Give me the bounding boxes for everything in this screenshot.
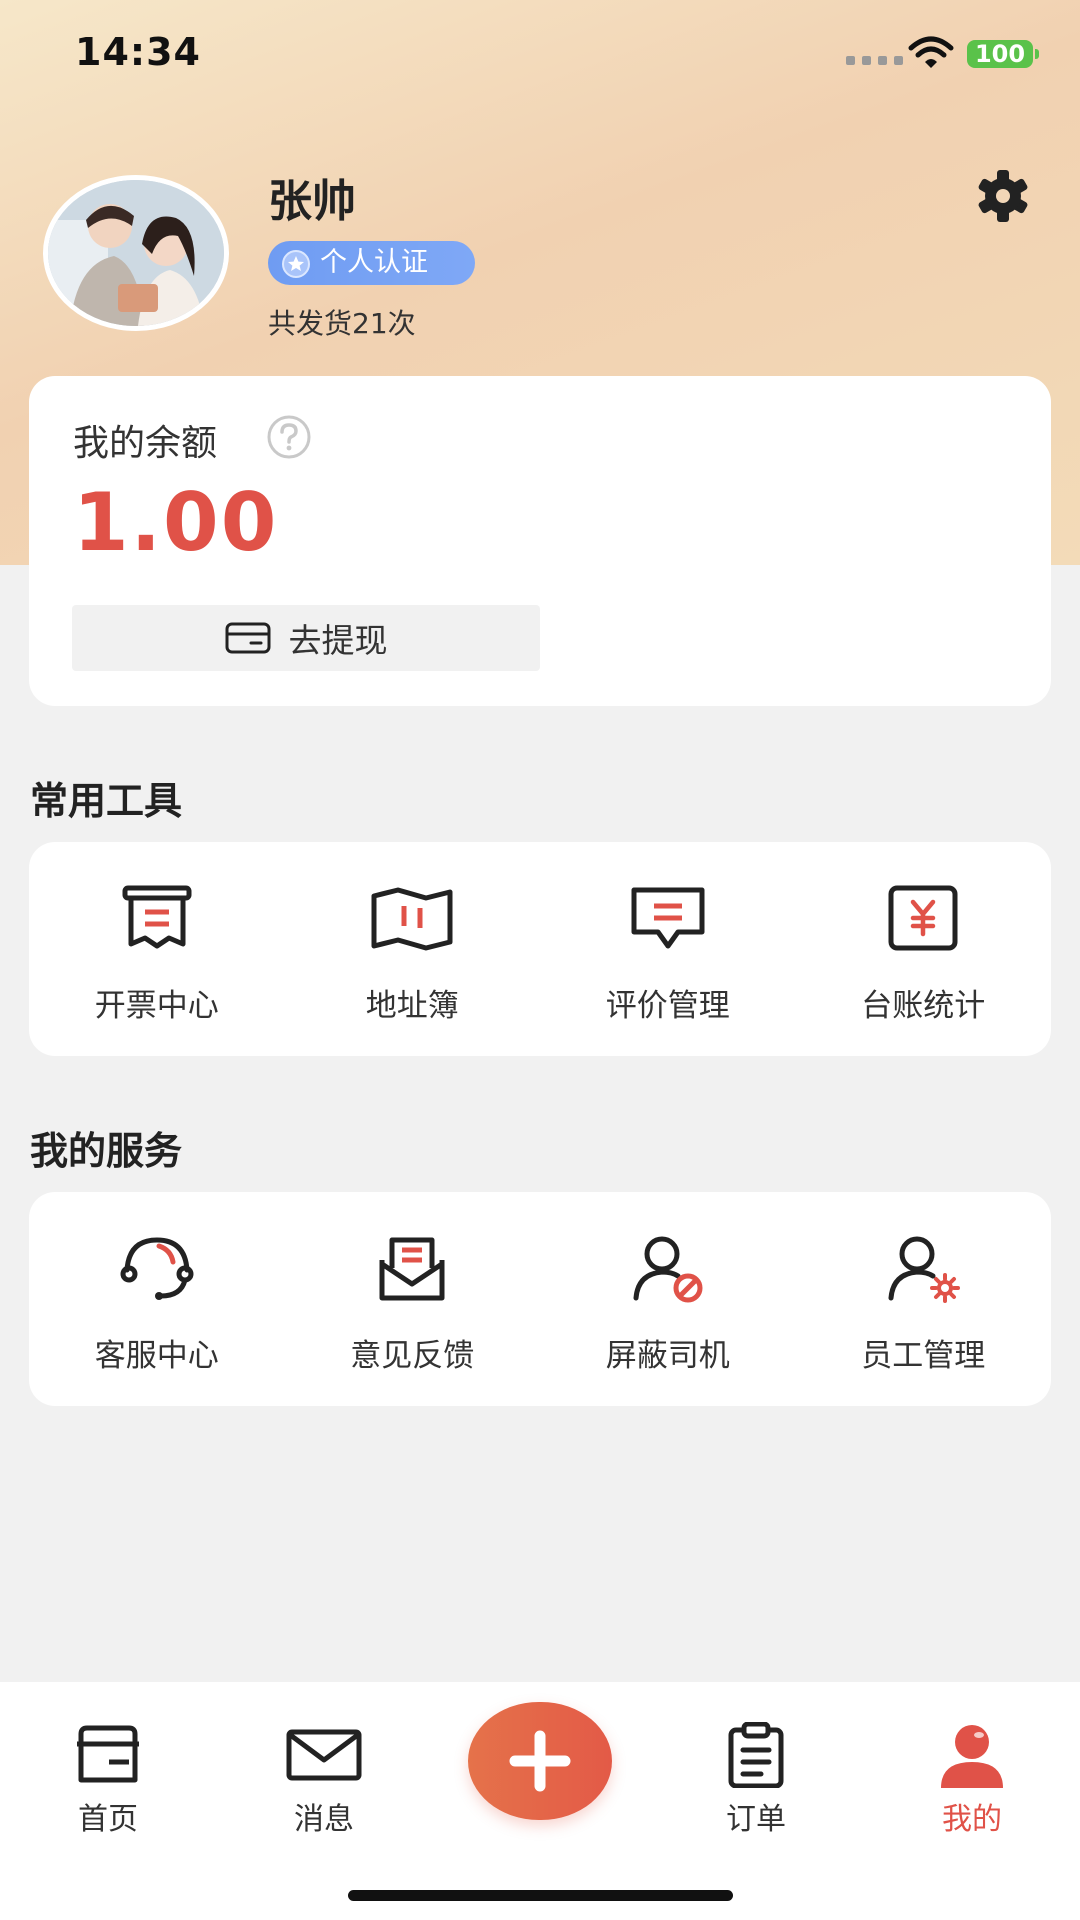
service-label: 意见反馈 [350, 1338, 475, 1374]
medal-icon [282, 250, 310, 278]
tool-review-management[interactable]: 评价管理 [540, 842, 796, 1056]
tab-label: 消息 [294, 1802, 354, 1837]
bottom-tab-bar: 首页 消息 订单 我的 [0, 1682, 1080, 1920]
personal-auth-badge[interactable]: 个人认证 [268, 241, 475, 285]
service-label: 员工管理 [861, 1338, 986, 1374]
staff-manage-icon [888, 1236, 961, 1303]
cellular-signal-icon [846, 56, 903, 65]
service-label: 屏蔽司机 [605, 1338, 730, 1374]
person-icon [941, 1725, 1003, 1788]
tool-label: 地址簿 [365, 988, 459, 1024]
avatar-illustration [48, 180, 224, 326]
tool-label: 评价管理 [605, 988, 730, 1024]
user-name: 张帅 [268, 176, 356, 227]
service-customer-center[interactable]: 客服中心 [29, 1192, 285, 1406]
tools-card: 开票中心 地址簿 评价管理 台账统计 [29, 842, 1051, 1056]
tab-orders[interactable]: 订单 [686, 1682, 826, 1842]
plus-icon [509, 1730, 571, 1792]
balance-amount: 1.00 [73, 476, 279, 569]
tab-label: 我的 [942, 1802, 1002, 1837]
balance-label: 我的余额 [73, 423, 218, 464]
headset-icon [120, 1237, 194, 1300]
service-block-driver[interactable]: 屏蔽司机 [540, 1192, 796, 1406]
withdraw-button[interactable]: 去提现 [72, 605, 540, 671]
publish-plus-button[interactable] [468, 1702, 612, 1820]
home-icon [77, 1725, 139, 1783]
block-driver-icon [633, 1236, 703, 1303]
status-time: 14:34 [75, 30, 201, 74]
card-icon [225, 622, 270, 654]
tab-mine[interactable]: 我的 [902, 1682, 1042, 1842]
service-staff-management[interactable]: 员工管理 [796, 1192, 1052, 1406]
tab-label: 首页 [78, 1802, 138, 1837]
tool-label: 开票中心 [94, 988, 219, 1024]
services-section-title: 我的服务 [30, 1129, 183, 1173]
balance-card: 我的余额 1.00 去提现 [29, 376, 1051, 706]
home-indicator [348, 1890, 733, 1901]
help-question-icon[interactable] [266, 414, 312, 460]
tools-section-title: 常用工具 [30, 779, 183, 823]
battery-indicator: 100 [967, 40, 1039, 68]
ship-count: 共发货21次 [268, 307, 416, 340]
withdraw-label: 去提现 [288, 621, 388, 660]
auth-badge-label: 个人认证 [320, 247, 428, 278]
avatar[interactable] [43, 175, 229, 331]
mail-icon [286, 1729, 362, 1781]
tab-home[interactable]: 首页 [38, 1682, 178, 1842]
wifi-icon [908, 36, 954, 68]
tab-label: 订单 [726, 1802, 786, 1837]
comment-icon [631, 887, 705, 949]
tool-address-book[interactable]: 地址簿 [285, 842, 541, 1056]
tool-label: 台账统计 [861, 988, 986, 1024]
invoice-icon [122, 885, 192, 949]
service-label: 客服中心 [94, 1338, 219, 1374]
services-card: 客服中心 意见反馈 屏蔽司机 员工管理 [29, 1192, 1051, 1406]
ledger-icon [888, 885, 958, 951]
clipboard-icon [728, 1722, 784, 1788]
tool-invoice-center[interactable]: 开票中心 [29, 842, 285, 1056]
map-icon [371, 887, 453, 951]
service-feedback[interactable]: 意见反馈 [285, 1192, 541, 1406]
tab-messages[interactable]: 消息 [254, 1682, 394, 1842]
feedback-icon [379, 1237, 445, 1301]
settings-gear-icon[interactable] [975, 168, 1031, 224]
tool-ledger-stats[interactable]: 台账统计 [796, 842, 1052, 1056]
